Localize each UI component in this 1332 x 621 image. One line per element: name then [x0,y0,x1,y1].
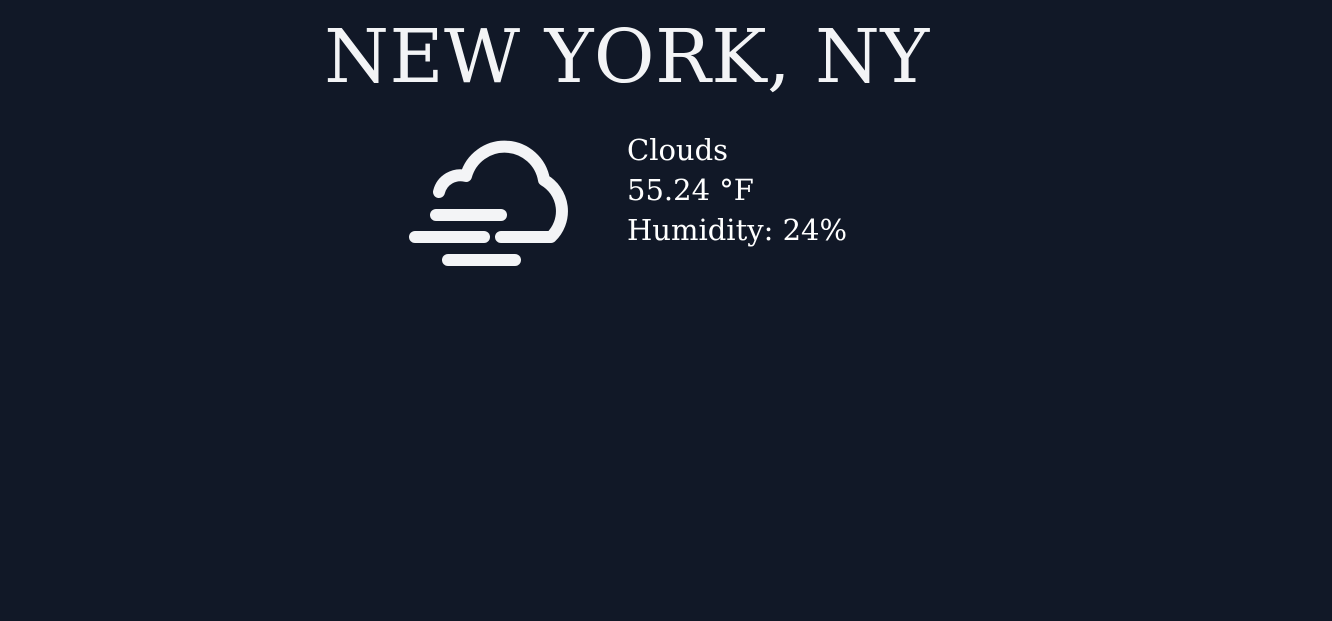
weather-condition: Clouds [627,133,729,167]
humidity-value: Humidity: 24% [627,213,848,247]
city-title: NEW YORK, NY [324,14,930,100]
temperature-value: 55.24 °F [627,173,754,207]
weather-details: Clouds 55.24 °F Humidity: 24% [627,130,847,250]
cloud-fog-icon [406,132,590,272]
